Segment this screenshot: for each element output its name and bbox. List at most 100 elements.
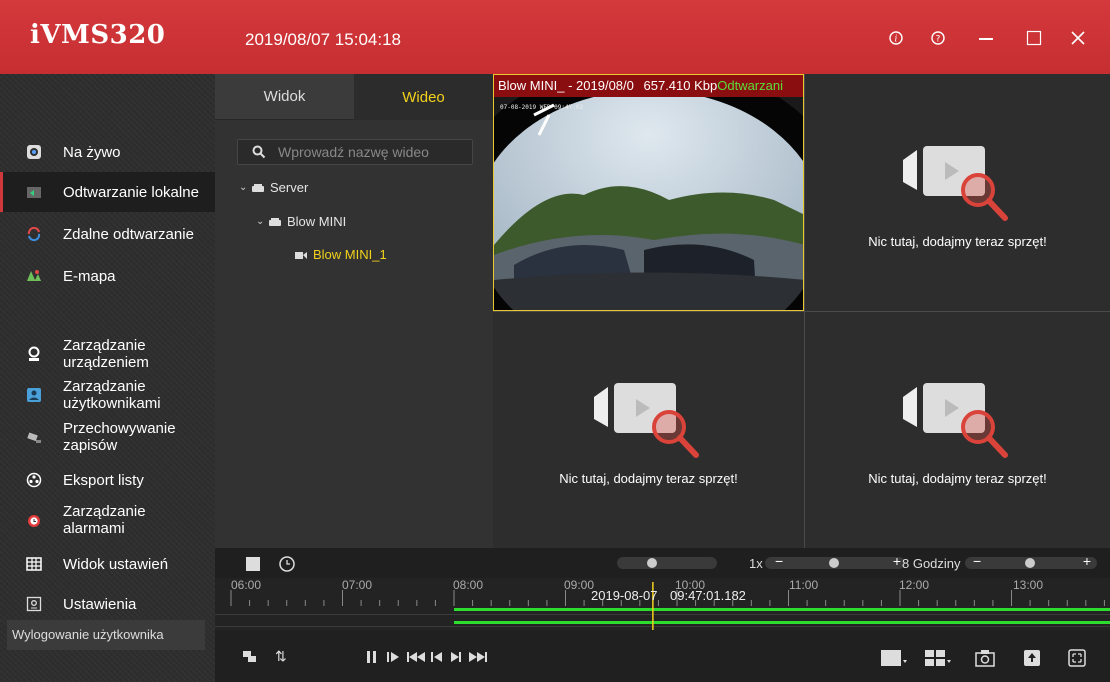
volume-slider[interactable] — [617, 557, 717, 569]
nav-label: Zarządzanie alarmami — [63, 503, 146, 537]
window-layout-icon[interactable] — [925, 650, 953, 671]
tree-label: Blow MINI_1 — [313, 247, 387, 262]
nav-item-emap[interactable]: E-mapa — [0, 264, 215, 288]
remote-playback-icon — [26, 226, 42, 242]
tab-video[interactable]: Wideo — [354, 74, 493, 120]
search-input[interactable] — [278, 142, 468, 162]
nav-item-live[interactable]: Na żywo — [0, 140, 215, 164]
hour-label: 13:00 — [1013, 578, 1044, 592]
help-icon[interactable]: ? — [928, 28, 948, 48]
nav-item-export-list[interactable]: Eksport listy — [0, 468, 215, 492]
tree-node-channel[interactable]: Blow MINI_1 — [294, 247, 387, 262]
empty-message: Nic tutaj, dodajmy teraz sprzęt! — [868, 234, 1047, 249]
tree-label: Blow MINI — [287, 214, 347, 229]
empty-window: Nic tutaj, dodajmy teraz sprzęt! — [805, 311, 1110, 548]
video-window-1[interactable]: 07-08-2019 WED 09:47:02 Blow MINI_ - 201… — [493, 74, 804, 311]
step-forward-icon — [387, 652, 399, 662]
speed-label: 1x — [749, 556, 763, 571]
empty-message: Nic tutaj, dodajmy teraz sprzęt! — [868, 471, 1047, 486]
no-device-icon — [902, 383, 1008, 458]
tree-node-server[interactable]: ⌄ Server — [239, 180, 308, 195]
nav-item-storage[interactable]: Przechowywanie zapisów — [0, 419, 215, 455]
track-divider — [215, 614, 1110, 615]
nav-label: Ustawienia — [63, 595, 137, 613]
info-icon[interactable]: i — [886, 28, 906, 48]
recording-bar — [454, 608, 1110, 611]
nav-item-view-settings[interactable]: Widok ustawień — [0, 552, 215, 576]
no-device-icon — [593, 383, 699, 458]
svg-text:07-08-2019 WED 09:47:02: 07-08-2019 WED 09:47:02 — [500, 104, 583, 111]
logout-button[interactable]: Wylogowanie użytkownika — [7, 620, 205, 650]
sort-icon[interactable]: ⇅ — [275, 648, 287, 665]
left-navigation: Na żywo Odtwarzanie lokalne Zdalne odtwa… — [0, 74, 215, 682]
clock-icon[interactable] — [278, 555, 296, 578]
nav-label: Widok ustawień — [63, 555, 169, 573]
nav-item-local-playback[interactable]: Odtwarzanie lokalne — [0, 172, 215, 212]
snapshot-icon[interactable] — [975, 649, 995, 672]
video-osd: Blow MINI_ - 2019/08/0 657.410 KbpOdtwar… — [494, 75, 803, 97]
alarm-icon — [26, 512, 42, 528]
device-management-icon — [26, 346, 42, 362]
server-icon — [251, 183, 265, 193]
next-frame-icon — [451, 652, 461, 662]
fast-forward-icon — [469, 652, 487, 662]
video-search — [237, 139, 473, 165]
hour-label: 11:00 — [789, 578, 819, 592]
timeline-ruler[interactable]: 06:00 07:00 08:00 09:00 10:00 11:00 12:0… — [215, 578, 1110, 630]
nav-label: Zarządzanie urządzeniem — [63, 337, 149, 371]
nav-item-settings[interactable]: Ustawienia — [0, 592, 215, 616]
view-settings-icon — [26, 556, 42, 572]
minimize-icon[interactable] — [976, 28, 996, 48]
nav-label: Eksport listy — [63, 471, 144, 489]
video-window-3[interactable]: Nic tutaj, dodajmy teraz sprzęt! — [493, 311, 804, 548]
nav-label: Przechowywanie zapisów — [63, 420, 176, 454]
video-window-4[interactable]: Nic tutaj, dodajmy teraz sprzęt! — [805, 311, 1110, 548]
title-bar: iVMS320 2019/08/07 15:04:18 i ? — [0, 0, 1110, 74]
system-clock: 2019/08/07 15:04:18 — [245, 30, 401, 49]
single-window-icon[interactable] — [881, 650, 909, 671]
track-divider — [215, 626, 1110, 627]
nav-item-user-management[interactable]: Zarządzanie użytkownikami — [0, 377, 215, 413]
empty-window: Nic tutaj, dodajmy teraz sprzęt! — [805, 74, 1110, 310]
nav-item-remote-playback[interactable]: Zdalne odtwarzanie — [0, 222, 215, 246]
transport-buttons — [367, 651, 487, 663]
osd-status: Odtwarzani — [717, 78, 783, 93]
video-window-2[interactable]: Nic tutaj, dodajmy teraz sprzęt! — [805, 74, 1110, 310]
timespan-label: 8 Godziny — [902, 556, 961, 571]
pause-icon — [367, 651, 376, 663]
tree-node-device[interactable]: ⌄ Blow MINI — [256, 214, 346, 229]
svg-text:?: ? — [936, 35, 941, 45]
export-list-icon — [26, 472, 42, 488]
playback-controls: ⇅ — [215, 630, 1110, 682]
hour-label: 07:00 — [342, 578, 373, 592]
hour-label: 12:00 — [899, 578, 930, 592]
close-icon[interactable] — [1068, 28, 1088, 48]
nav-item-alarm-management[interactable]: Zarządzanie alarmami — [0, 502, 215, 538]
sync-icon[interactable] — [243, 650, 257, 668]
zoom-slider[interactable]: − + — [965, 553, 1097, 569]
search-icon — [252, 145, 266, 164]
video-grid: 07-08-2019 WED 09:47:02 Blow MINI_ - 201… — [493, 74, 1110, 548]
cursor-time: 09:47:01.182 — [670, 588, 746, 603]
speed-slider[interactable]: − + — [765, 553, 905, 569]
previous-frame-icon — [431, 652, 442, 662]
nav-label: Odtwarzanie lokalne — [63, 183, 199, 201]
camera-feed-image: 07-08-2019 WED 09:47:02 — [494, 75, 803, 310]
hour-label: 09:00 — [564, 578, 595, 592]
camera-icon — [294, 250, 308, 260]
chevron-down-icon[interactable]: ⌄ — [239, 182, 251, 193]
fullscreen-icon[interactable] — [1068, 649, 1086, 672]
chevron-down-icon[interactable]: ⌄ — [256, 216, 268, 227]
nav-label: Zdalne odtwarzanie — [63, 225, 194, 243]
grid-divider — [493, 311, 1110, 312]
tree-label: Server — [270, 180, 309, 195]
tab-view[interactable]: Widok — [215, 74, 354, 120]
calendar-icon[interactable] — [245, 556, 261, 577]
nav-label: Na żywo — [63, 143, 121, 161]
maximize-icon[interactable] — [1024, 28, 1044, 48]
nav-label: Zarządzanie użytkownikami — [63, 378, 161, 412]
cursor-date: 2019-08-07 — [591, 588, 658, 603]
export-clip-icon[interactable] — [1023, 649, 1041, 672]
nav-item-device-management[interactable]: Zarządzanie urządzeniem — [0, 336, 215, 372]
svg-text:i: i — [895, 35, 898, 45]
